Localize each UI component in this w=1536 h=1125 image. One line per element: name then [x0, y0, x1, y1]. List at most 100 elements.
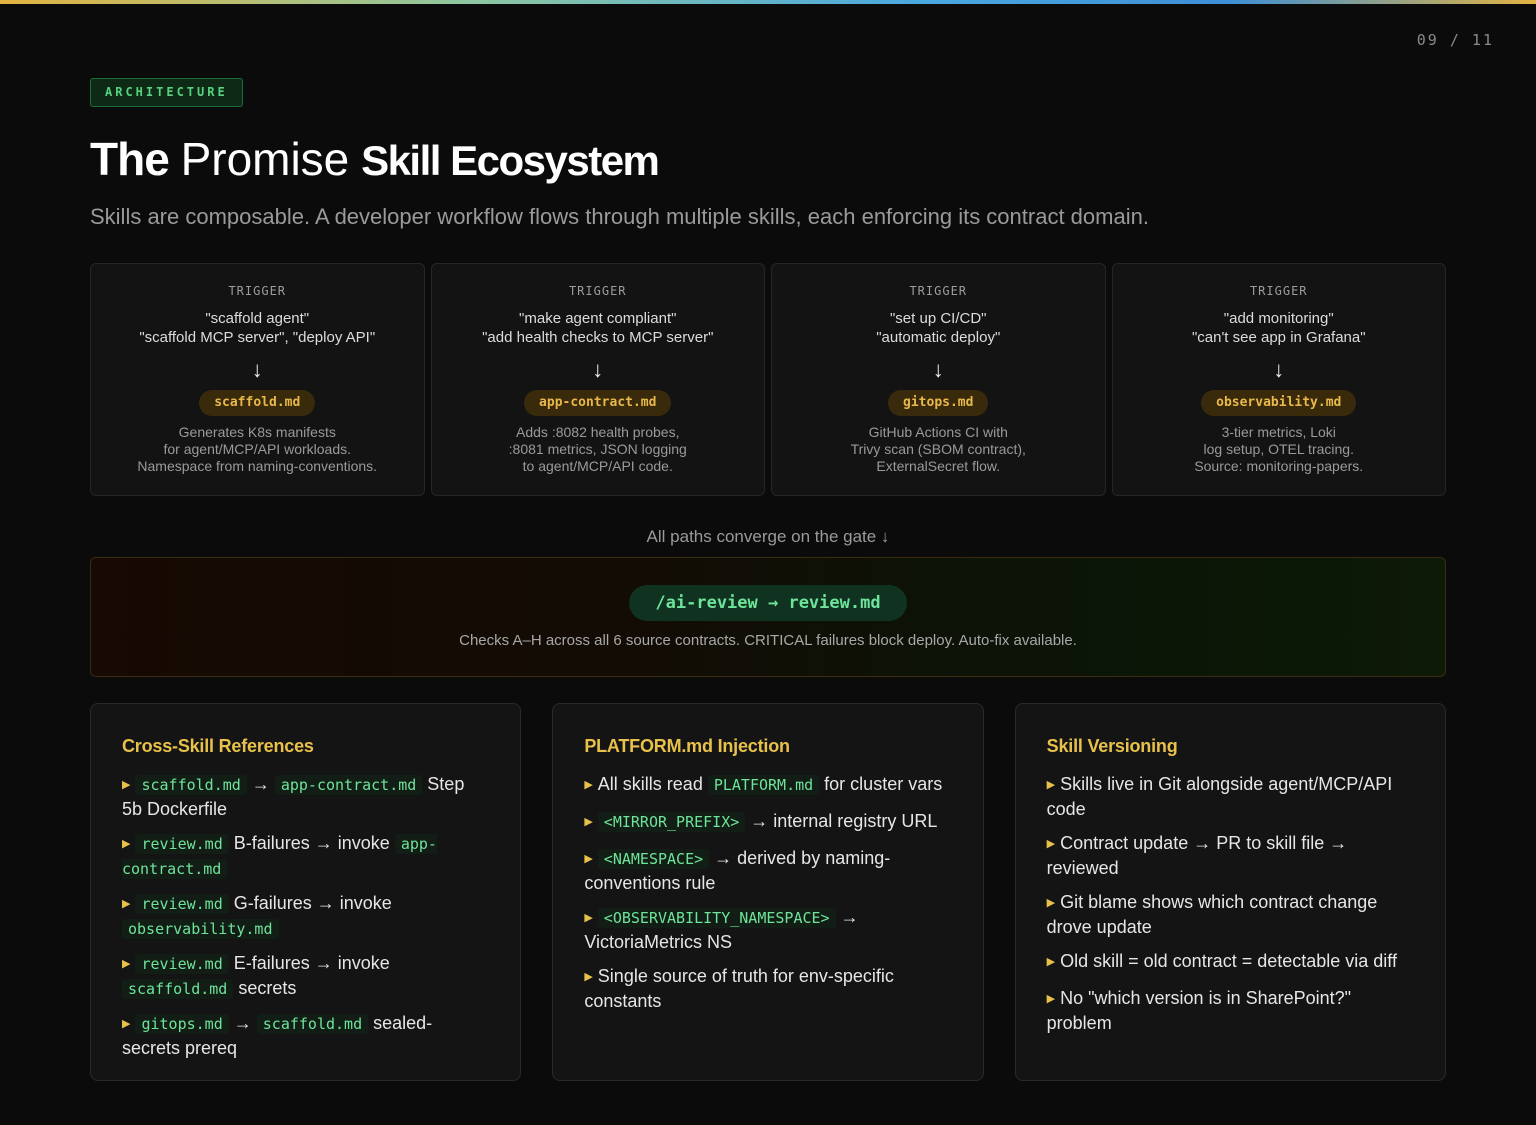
skill-pill[interactable]: scaffold.md: [199, 390, 316, 416]
trigger-label: TRIGGER: [228, 284, 287, 298]
bullet-icon: ▶: [122, 1018, 131, 1030]
bullet-icon: ▶: [584, 853, 593, 865]
card-title: Cross-Skill References: [122, 736, 314, 756]
skill-code: scaffold.md: [135, 775, 247, 795]
trigger-phrase: "set up CI/CD" "automatic deploy": [772, 309, 1105, 347]
skill-code: scaffold.md: [122, 979, 234, 999]
placeholder-code: <OBSERVABILITY_NAMESPACE>: [597, 908, 836, 928]
skill-versioning-card: Skill Versioning ▶ Skills live in Git alo…: [1014, 703, 1446, 1081]
trigger-phrase: "scaffold agent" "scaffold MCP server", …: [91, 309, 424, 347]
list-item: ▶ Git blame shows which contract change d…: [1047, 891, 1414, 938]
skill-description-line: GitHub Actions CI with: [868, 424, 1008, 440]
arrow-down-icon: ↓: [251, 357, 263, 382]
card-title: Skill Versioning: [1046, 736, 1178, 756]
list-text: B-failures → invoke: [228, 833, 395, 853]
skill-description-line: Generates K8s manifests: [178, 424, 336, 440]
bullet-icon: ▶: [122, 958, 131, 970]
card-title: PLATFORM.md Injection: [584, 736, 790, 756]
skill-pill[interactable]: app-contract.md: [524, 390, 672, 416]
placeholder-code: <MIRROR_PREFIX>: [597, 812, 746, 832]
bullet-icon: ▶: [1046, 779, 1056, 791]
cross-skill-card: Cross-Skill References ▶ scaffold.md → ap…: [90, 703, 522, 1081]
title-part-3: Skill Ecosystem: [361, 137, 660, 184]
skill-description-line: for agent/MCP/API workloads.: [163, 441, 352, 457]
list-text: →: [246, 774, 275, 794]
list-item: ▶ Old skill = old contract = detectable v…: [1047, 950, 1414, 975]
list-item: ▶ review.md B-failures → invoke app-contr…: [122, 832, 489, 880]
trigger-phrase-line: "automatic deploy": [876, 329, 1001, 346]
list-item: ▶ gitops.md → scaffold.md sealed-secrets …: [122, 1012, 489, 1059]
list-item: ▶ All skills read PLATFORM.md for cluster…: [584, 773, 951, 798]
page-counter: 09 / 11: [1416, 31, 1494, 49]
bullet-icon: ▶: [1046, 956, 1056, 968]
skill-pill[interactable]: gitops.md: [888, 390, 989, 416]
section-tag: ARCHITECTURE: [90, 78, 243, 107]
bullet-icon: ▶: [122, 898, 131, 910]
skill-description-line: Adds :8082 health probes,: [516, 424, 680, 440]
title-part-1: The: [90, 133, 170, 185]
list-item: ▶ <NAMESPACE> → derived by naming-convent…: [584, 847, 951, 894]
list-text: Skills live in Git alongside agent/MCP/A…: [1046, 774, 1393, 819]
skill-description-line: :8081 metrics, JSON logging: [508, 441, 687, 457]
trigger-label: TRIGGER: [1249, 284, 1308, 298]
list-text: →: [228, 1013, 257, 1033]
list-text: No "which version is in SharePoint?" pro…: [1046, 988, 1352, 1033]
skill-code: review.md: [135, 894, 229, 914]
bullet-icon: ▶: [584, 816, 593, 828]
trigger-label: TRIGGER: [909, 284, 968, 298]
page-subtitle: Skills are composable. A developer workf…: [90, 204, 1149, 229]
skill-description: 3-tier metrics, Loki log setup, OTEL tra…: [1113, 424, 1446, 475]
trigger-phrase: "add monitoring" "can't see app in Grafa…: [1113, 309, 1446, 347]
skill-pill[interactable]: observability.md: [1201, 390, 1357, 416]
placeholder-code: <NAMESPACE>: [597, 849, 710, 869]
page-title: The Promise Skill Ecosystem: [90, 132, 660, 186]
list-text: Single source of truth for env-specific …: [584, 966, 894, 1011]
trigger-label: TRIGGER: [568, 284, 627, 298]
gate-command-pill[interactable]: /ai-review → review.md: [629, 585, 907, 621]
trigger-phrase: "make agent compliant" "add health check…: [432, 309, 765, 347]
bullet-icon: ▶: [1046, 838, 1056, 850]
trigger-phrase-line: "scaffold agent": [205, 310, 310, 327]
list-text: All skills read: [597, 774, 708, 794]
skill-description-line: Trivy scan (SBOM contract),: [850, 441, 1026, 457]
top-gradient-bar: [0, 0, 1536, 4]
trigger-phrase-line: "add monitoring": [1223, 310, 1334, 327]
bullet-icon: ▶: [1046, 993, 1056, 1005]
skill-code: review.md: [135, 954, 229, 974]
trigger-card-app-contract: TRIGGER "make agent compliant" "add heal…: [430, 263, 765, 496]
skill-description-line: to agent/MCP/API code.: [522, 458, 673, 474]
arrow-down-icon: ↓: [1273, 357, 1285, 382]
list-item: ▶ review.md E-failures → invoke scaffold.…: [122, 952, 489, 1000]
bullet-icon: ▶: [584, 971, 593, 983]
skill-description-line: ExternalSecret flow.: [876, 458, 1001, 474]
title-part-2: Promise: [180, 133, 350, 185]
skill-description: GitHub Actions CI with Trivy scan (SBOM …: [772, 424, 1105, 475]
bullet-icon: ▶: [122, 838, 131, 850]
review-gate: /ai-review → review.md Checks A–H across…: [90, 557, 1446, 677]
trigger-card-observability: TRIGGER "add monitoring" "can't see app …: [1111, 263, 1446, 496]
list-text: for cluster vars: [819, 774, 943, 794]
list-item: ▶ Single source of truth for env-specific…: [584, 965, 951, 1012]
info-card-row: Cross-Skill References ▶ scaffold.md → ap…: [90, 703, 1446, 1081]
list-text: Contract update → PR to skill file → rev…: [1046, 833, 1348, 878]
bullet-icon: ▶: [584, 912, 593, 924]
trigger-phrase-line: "make agent compliant": [519, 310, 677, 327]
skill-description: Generates K8s manifests for agent/MCP/AP…: [91, 424, 424, 475]
trigger-phrase-line: "add health checks to MCP server": [482, 329, 714, 346]
list-text: secrets: [233, 978, 297, 998]
list-text: G-failures → invoke: [228, 893, 392, 913]
list-item: ▶ <OBSERVABILITY_NAMESPACE> → VictoriaMet…: [584, 906, 951, 953]
list-item: ▶ review.md G-failures → invoke observabi…: [122, 892, 489, 940]
list-item: ▶ <MIRROR_PREFIX> → internal registry URL: [584, 810, 951, 835]
list-item: ▶ Contract update → PR to skill file → re…: [1047, 832, 1414, 879]
skill-description-line: 3-tier metrics, Loki: [1221, 424, 1336, 440]
list-text: Git blame shows which contract change dr…: [1046, 892, 1378, 937]
trigger-row: TRIGGER "scaffold agent" "scaffold MCP s…: [90, 263, 1446, 496]
converge-label: All paths converge on the gate ↓: [646, 527, 890, 546]
skill-description-line: Source: monitoring-papers.: [1194, 458, 1364, 474]
list-text: → internal registry URL: [745, 811, 938, 831]
skill-description-line: log setup, OTEL tracing.: [1203, 441, 1354, 457]
platform-code: PLATFORM.md: [707, 775, 820, 795]
trigger-phrase-line: "scaffold MCP server", "deploy API": [139, 329, 376, 346]
bullet-icon: ▶: [122, 779, 131, 791]
